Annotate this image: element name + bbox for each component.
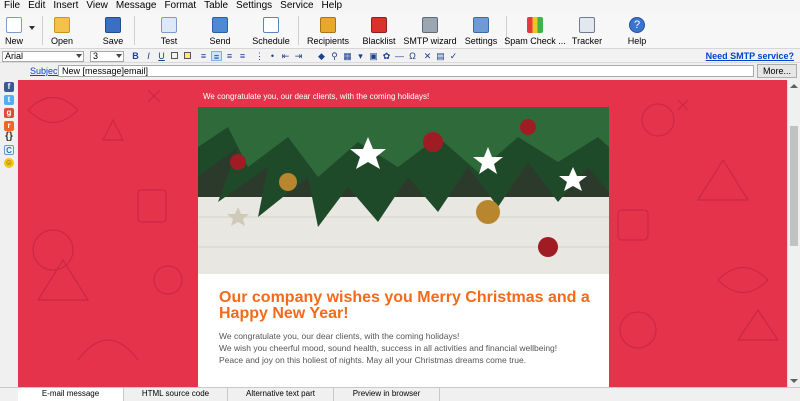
send-arrow-icon — [212, 17, 228, 33]
menu-settings[interactable]: Settings — [236, 0, 272, 12]
format-toolbar: Arial 3 B I U ≡ ≡ ≡ ≡ ⋮ • ⇤ ⇥ ◆ ⚲ ▦ ▾ ▣ … — [0, 49, 800, 63]
clipart-button[interactable]: ✿ — [381, 51, 392, 61]
envelope-test-icon — [161, 17, 177, 33]
table-button[interactable]: ▦ — [342, 51, 353, 61]
align-center-button[interactable]: ≡ — [211, 51, 222, 62]
settings-button[interactable]: Settings — [465, 12, 497, 49]
address-book-icon — [320, 17, 336, 33]
highlight-color-button[interactable] — [182, 51, 193, 61]
email-body-line-2: We wish you cheerful mood, sound health,… — [219, 343, 558, 353]
blacklist-button[interactable]: Blacklist — [363, 12, 396, 49]
insert-sidebar: f t g r {} C ☺ — [0, 80, 18, 387]
paint-bucket-icon[interactable]: ◆ — [316, 51, 327, 61]
scroll-down-icon[interactable] — [790, 379, 798, 383]
menu-insert[interactable]: Insert — [53, 0, 78, 12]
scroll-up-icon[interactable] — [790, 84, 798, 88]
calendar-icon — [263, 17, 279, 33]
tab-html-source[interactable]: HTML source code — [124, 388, 228, 401]
email-body: We congratulate you, our dear clients, w… — [219, 330, 599, 366]
align-right-button[interactable]: ≡ — [224, 51, 235, 61]
new-dropdown-button[interactable] — [28, 12, 36, 49]
email-body-line-1: We congratulate you, our dear clients, w… — [219, 331, 460, 341]
test-button[interactable]: Test — [156, 12, 182, 49]
tracker-button[interactable]: Tracker — [572, 12, 602, 49]
spam-check-button[interactable]: Spam Check ... — [504, 12, 566, 49]
scrollbar-thumb[interactable] — [790, 126, 798, 246]
email-headline: Our company wishes you Merry Christmas a… — [219, 289, 590, 322]
insert-table-dropdown[interactable]: ▾ — [355, 51, 366, 61]
subject-input[interactable]: New [message]email] — [58, 65, 754, 77]
smiley-icon[interactable]: ☺ — [4, 158, 14, 168]
bullet-list-button[interactable]: • — [267, 51, 278, 61]
traffic-light-icon — [527, 17, 543, 33]
horizontal-line-button[interactable]: — — [394, 51, 405, 61]
main-toolbar: New Open Save Test Send Schedule Recipie… — [0, 12, 800, 49]
tracker-icon — [579, 17, 595, 33]
new-document-icon — [6, 17, 22, 33]
link-icon[interactable]: C — [4, 145, 14, 155]
text-color-icon — [171, 52, 178, 59]
editor-tabs: E-mail message HTML source code Alternat… — [0, 387, 800, 401]
menu-file[interactable]: File — [4, 0, 20, 12]
justify-button[interactable]: ≡ — [237, 51, 248, 61]
tab-alternative-text[interactable]: Alternative text part — [228, 388, 334, 401]
server-icon — [422, 17, 438, 33]
help-button[interactable]: ? Help — [626, 12, 648, 49]
tab-email-message[interactable]: E-mail message — [18, 388, 124, 401]
menu-format[interactable]: Format — [164, 0, 196, 12]
smtp-wizard-button[interactable]: SMTP wizard — [403, 12, 457, 49]
menu-service[interactable]: Service — [280, 0, 313, 12]
tab-preview-browser[interactable]: Preview in browser — [334, 388, 440, 401]
indent-button[interactable]: ⇥ — [293, 51, 304, 61]
twitter-icon[interactable]: t — [4, 95, 14, 105]
outdent-button[interactable]: ⇤ — [280, 51, 291, 61]
numbered-list-button[interactable]: ⋮ — [254, 51, 265, 61]
schedule-button[interactable]: Schedule — [252, 12, 290, 49]
remove-format-icon[interactable]: ✕ — [422, 51, 433, 61]
menu-edit[interactable]: Edit — [28, 0, 45, 12]
folder-icon — [54, 17, 70, 33]
new-button[interactable]: New — [4, 12, 24, 49]
braces-icon[interactable]: {} — [4, 132, 14, 142]
align-left-button[interactable]: ≡ — [198, 51, 209, 61]
google-plus-icon[interactable]: g — [4, 108, 14, 118]
rss-icon[interactable]: r — [4, 121, 14, 131]
template-button[interactable]: ▤ — [435, 51, 446, 61]
bold-button[interactable]: B — [130, 51, 141, 61]
underline-button[interactable]: U — [156, 51, 167, 61]
facebook-icon[interactable]: f — [4, 82, 14, 92]
email-content-card: Our company wishes you Merry Christmas a… — [198, 107, 609, 387]
menu-message[interactable]: Message — [116, 0, 157, 12]
recipients-button[interactable]: Recipients — [307, 12, 349, 49]
menu-help[interactable]: Help — [322, 0, 343, 12]
link-button[interactable]: ⚲ — [329, 51, 340, 61]
text-color-button[interactable] — [169, 51, 180, 61]
special-char-button[interactable]: Ω — [407, 51, 418, 61]
image-button[interactable]: ▣ — [368, 51, 379, 61]
menu-table[interactable]: Table — [204, 0, 228, 12]
christmas-photo — [198, 107, 609, 274]
menu-bar: File Edit Insert View Message Format Tab… — [0, 0, 800, 12]
gear-icon — [473, 17, 489, 33]
spellcheck-button[interactable]: ✓ — [448, 51, 459, 61]
menu-view[interactable]: View — [86, 0, 108, 12]
email-body-line-3: Peace and joy on this holiest of nights.… — [219, 355, 527, 365]
open-button[interactable]: Open — [48, 12, 76, 49]
save-button[interactable]: Save — [100, 12, 126, 49]
blacklist-warning-icon — [371, 17, 387, 33]
email-editor-canvas[interactable]: We congratulate you, our dear clients, w… — [18, 80, 787, 387]
chevron-down-icon — [29, 26, 35, 30]
highlight-color-icon — [184, 52, 191, 59]
subject-row: Subject: New [message]email] More... — [0, 63, 800, 79]
vertical-scrollbar[interactable] — [787, 80, 800, 387]
email-top-greeting: We congratulate you, our dear clients, w… — [203, 92, 430, 101]
send-button[interactable]: Send — [207, 12, 233, 49]
font-family-select[interactable]: Arial — [2, 51, 84, 62]
more-button[interactable]: More... — [757, 64, 797, 78]
question-mark-icon: ? — [629, 17, 645, 33]
font-size-select[interactable]: 3 — [90, 51, 124, 62]
italic-button[interactable]: I — [143, 51, 154, 61]
need-smtp-link[interactable]: Need SMTP service? — [706, 51, 794, 61]
floppy-disk-icon — [105, 17, 121, 33]
